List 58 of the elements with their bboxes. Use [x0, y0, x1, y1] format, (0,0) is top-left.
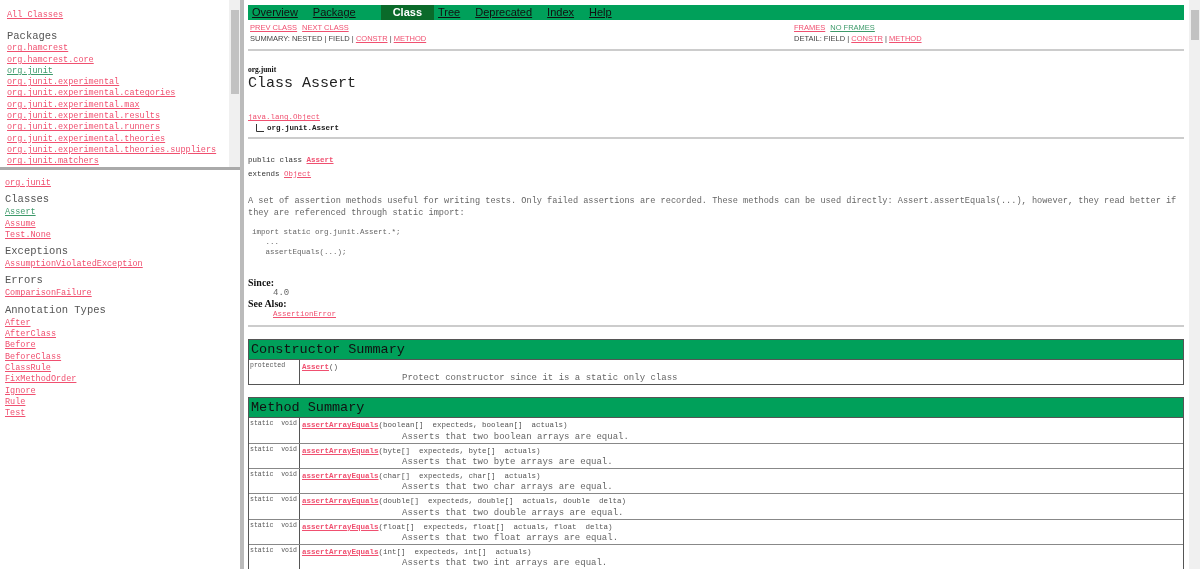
nav-tab[interactable]: Help [587, 5, 625, 20]
package-link[interactable]: org.junit.experimental [7, 77, 120, 89]
class-link[interactable]: Ignore [5, 385, 36, 397]
class-link[interactable]: ClassRule [5, 362, 51, 375]
class-link[interactable]: Before [5, 340, 36, 352]
class-link[interactable]: BeforeClass [5, 351, 62, 363]
scrollbar[interactable] [1189, 0, 1200, 569]
class-link[interactable]: AssumptionViolatedException [5, 259, 143, 271]
package-link[interactable]: org.junit [7, 65, 53, 78]
scrollbar-thumb[interactable] [230, 10, 239, 94]
package-link[interactable]: org.junit.experimental.results [7, 111, 161, 123]
class-link[interactable]: Test.None [5, 229, 51, 242]
class-link[interactable]: Rule [5, 396, 26, 409]
class-link[interactable]: Assume [5, 218, 36, 230]
since-value: 4.0 [272, 287, 291, 298]
package-link[interactable]: org.junit.experimental.theories.suppliers [7, 144, 217, 157]
group-heading: Classes [5, 192, 50, 207]
table-header: Constructor Summary [249, 340, 1183, 361]
nav-tab[interactable]: Tree [436, 5, 474, 20]
group-heading: Annotation Types [5, 302, 106, 317]
since-label: Since: [248, 276, 276, 288]
package-link[interactable]: org.junit.experimental.categories [7, 88, 176, 100]
nav-tab[interactable]: Index [545, 5, 588, 20]
class-link[interactable]: AfterClass [5, 329, 56, 341]
member-description: Asserts that two int arrays are equal. [401, 558, 609, 569]
nav-tab[interactable]: Class [380, 5, 434, 20]
class-title: Class Assert [248, 75, 358, 93]
class-link[interactable]: FixMethodOrder [5, 374, 77, 386]
all-classes-link[interactable]: All Classes [7, 10, 64, 22]
package-link[interactable]: org.junit.matchers [7, 156, 99, 167]
packages-heading: Packages [7, 30, 58, 43]
member-description: Protect constructor since it is a static only class [401, 373, 679, 384]
member-description: Asserts that two double arrays are equal. [401, 507, 625, 518]
member-description: Asserts that two float arrays are equal. [401, 532, 620, 543]
nav-tab[interactable]: Package [310, 5, 369, 20]
scrollbar-thumb[interactable] [1190, 10, 1199, 40]
nav-tab[interactable]: Overview [250, 5, 311, 20]
member-description: Asserts that two char arrays are equal. [401, 482, 614, 493]
table-header: Method Summary [249, 398, 1183, 419]
class-link[interactable]: Assert [5, 207, 36, 219]
group-heading: Exceptions [5, 244, 68, 259]
package-link[interactable]: org.hamcrest.core [7, 54, 94, 66]
scrollbar[interactable] [229, 0, 240, 167]
member-description: Asserts that two boolean arrays are equal. [401, 431, 630, 442]
package-link[interactable]: org.hamcrest [7, 43, 69, 55]
package-title-link[interactable]: org.junit [5, 178, 51, 190]
class-description: A set of assertion methods useful for writing tests. Only failed assertions are recorded. These methods can be used directly: Assert.assertEquals(...), however, they read better if they are referenced through static import: [248, 194, 1178, 219]
tree-connector-icon [256, 124, 264, 133]
nav-tab[interactable]: Deprecated [473, 5, 546, 20]
see-also-label: See Also: [248, 297, 288, 309]
package-link[interactable]: org.junit.experimental.runners [7, 122, 161, 134]
class-link[interactable]: Test [5, 408, 26, 420]
class-link[interactable]: ComparisonFailure [5, 288, 92, 300]
package-link[interactable]: org.junit.experimental.theories [7, 133, 166, 145]
class-link[interactable]: After [5, 317, 31, 330]
member-description: Asserts that two byte arrays are equal. [401, 457, 614, 468]
package-link[interactable]: org.junit.experimental.max [7, 99, 140, 112]
group-heading: Errors [5, 273, 43, 288]
